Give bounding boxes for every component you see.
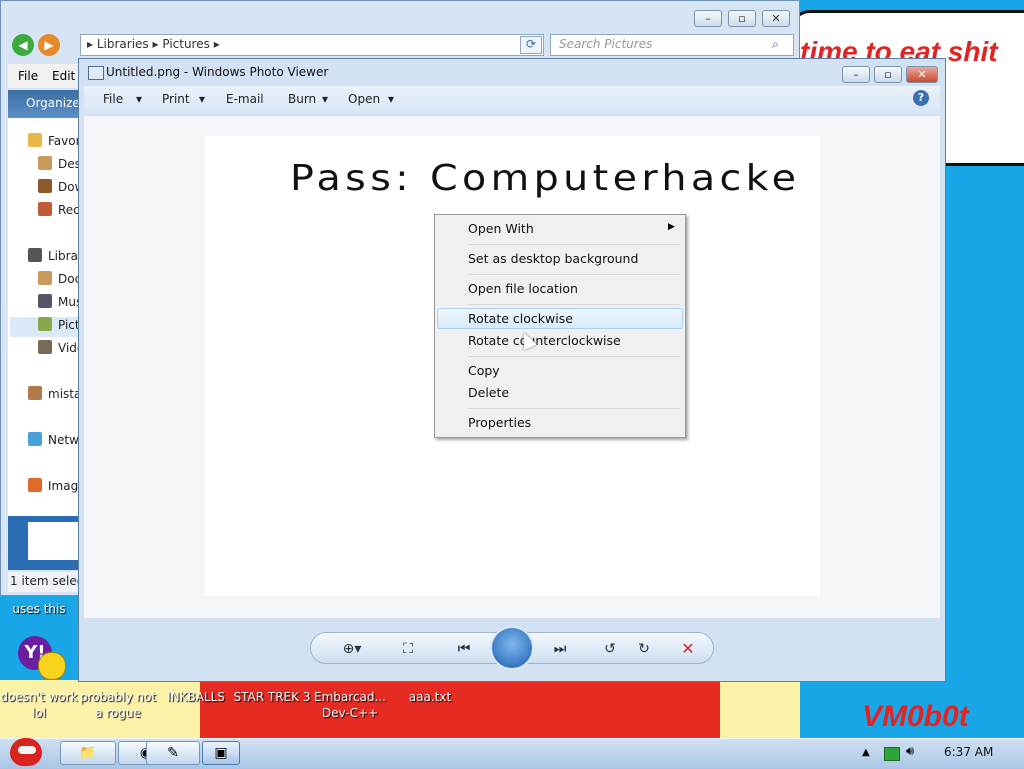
organize-button[interactable]: Organize [26,96,80,110]
context-copy[interactable]: Copy [468,363,500,378]
viewer-menubar [84,86,940,114]
forward-arrow-icon[interactable]: ▶ [38,34,60,56]
desktop-icon [38,156,52,170]
delete-icon[interactable]: ✕ [676,640,700,658]
downloads-icon [38,179,52,193]
network-icon [28,432,42,446]
explorer-menubar: File Edit [8,64,78,88]
recent-icon [38,202,52,216]
menu-separator [468,274,680,275]
preview-thumbnail [8,516,78,570]
chevron-down-icon: ▾ [136,92,143,106]
submenu-arrow-icon: ▶ [668,222,675,232]
context-set-desktop-background[interactable]: Set as desktop background [468,251,638,266]
yahoo-icon[interactable]: Y! [14,636,66,684]
sidebar-item[interactable]: Pictures [10,317,78,337]
menu-burn[interactable]: Burn [288,92,316,106]
chevron-down-icon: ▾ [388,92,395,106]
help-icon[interactable]: ? [913,90,929,106]
menu-separator [468,244,680,245]
documents-icon [38,271,52,285]
explorer-toolbar: Organize [8,90,80,118]
rotate-clockwise-icon[interactable]: ↻ [632,640,656,658]
desktop-icon-label[interactable]: doesn't work lol [0,689,78,721]
desktop-icon-label[interactable]: STAR TREK 3 [232,689,312,705]
explorer-close-button[interactable]: ✕ [762,10,790,27]
search-input[interactable]: Search Pictures [550,34,794,56]
user-icon [28,386,42,400]
start-button[interactable] [4,732,48,768]
menu-print[interactable]: Print [162,92,190,106]
pictures-icon [38,317,52,331]
breadcrumb-libraries[interactable]: Libraries [97,37,149,51]
desktop-icon-label[interactable]: uses this [0,601,78,617]
paint-icon[interactable]: ✎ [146,741,200,765]
music-icon [38,294,52,308]
desktop-icon-label[interactable]: aaa.txt [390,689,470,705]
show-hidden-icons-icon[interactable]: ▲ [862,747,870,758]
chevron-down-icon: ▾ [322,92,329,106]
menu-file[interactable]: File [18,69,38,83]
context-rotate-clockwise[interactable]: Rotate clockwise [468,311,573,326]
context-open-file-location[interactable]: Open file location [468,281,578,296]
library-icon: ▸ [87,37,97,51]
thumbnail-image [28,522,78,560]
refresh-icon[interactable]: ⟳ [520,36,542,54]
volume-icon[interactable]: 🔊︎ [906,744,914,759]
desktop-icon-label[interactable]: probably not a rogue [78,689,158,721]
zoom-icon[interactable]: ⊕▾ [340,640,364,658]
next-icon[interactable]: ⏭ [548,640,572,658]
context-properties[interactable]: Properties [468,415,531,430]
desktop-icon-label[interactable]: Embarcad... Dev-C++ [310,689,390,721]
actual-size-icon[interactable]: ⛶ [396,640,420,658]
imaging-icon [28,478,42,492]
menu-edit[interactable]: Edit [52,69,75,83]
menu-separator [468,408,680,409]
address-bar[interactable]: ▸ Libraries ▸ Pictures ▸ [80,34,544,56]
menu-open[interactable]: Open [348,92,380,106]
search-icon[interactable]: ⌕ [772,37,779,52]
desktop-icon-label[interactable]: INKBALLS [156,689,236,705]
videos-icon [38,340,52,354]
menu-separator [468,304,680,305]
wallpaper-watermark: VM0b0t [862,700,969,733]
explorer-maximize-button[interactable]: ▫ [728,10,756,27]
rotate-counterclockwise-icon[interactable]: ↺ [598,640,622,658]
photo-viewer-icon[interactable]: ▣ [202,741,240,765]
slideshow-button[interactable] [490,626,534,670]
context-delete[interactable]: Delete [468,385,509,400]
back-arrow-icon[interactable]: ◀ [12,34,34,56]
chevron-down-icon: ▾ [199,92,206,106]
star-icon [28,133,42,147]
wallpaper-yellow-right [720,680,800,740]
minimize-button[interactable]: – [842,66,870,83]
network-status-icon[interactable] [884,747,900,761]
window-title: Untitled.png - Windows Photo Viewer [106,65,329,79]
close-button[interactable]: ✕ [906,66,938,83]
context-open-with[interactable]: Open With [468,221,534,236]
status-bar: 1 item selected [8,572,78,592]
menu-separator [468,356,680,357]
libraries-icon [28,248,42,262]
image-handwritten-text: Pass: Computerhacke [290,158,801,199]
menu-email[interactable]: E-mail [226,92,264,106]
menu-file[interactable]: File [103,92,123,106]
chevron-right-icon: ▸ [213,37,220,51]
sidebar-item-label: Pictures [58,318,78,332]
previous-icon[interactable]: ⏮ [452,640,476,658]
chevron-right-icon: ▸ [152,37,163,51]
maximize-button[interactable]: ▫ [874,66,902,83]
photo-viewer-icon [88,66,104,80]
clock[interactable]: 6:37 AM [944,745,993,759]
explorer-minimize-button[interactable]: – [694,10,722,27]
context-rotate-counterclockwise[interactable]: Rotate counterclockwise [468,333,621,348]
breadcrumb-pictures[interactable]: Pictures [162,37,210,51]
explorer-icon[interactable]: 📁 [60,741,116,765]
